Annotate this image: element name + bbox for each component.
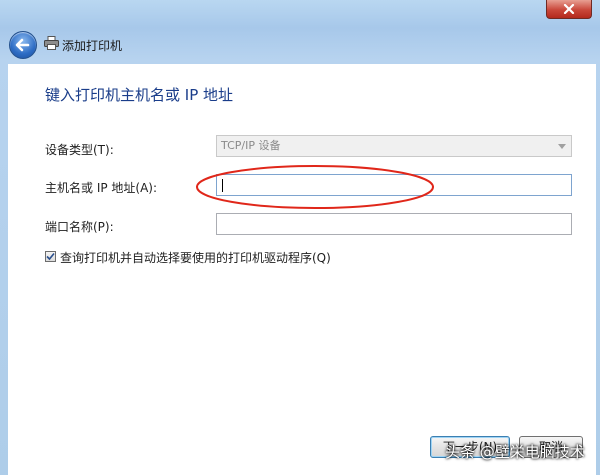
dialog-content: 键入打印机主机名或 IP 地址 设备类型(T): TCP/IP 设备 主机名或 … <box>8 64 596 475</box>
page-heading: 键入打印机主机名或 IP 地址 <box>45 86 234 104</box>
port-label: 端口名称(P): <box>45 220 114 234</box>
close-button[interactable] <box>546 0 592 19</box>
back-button[interactable] <box>9 31 37 59</box>
checkmark-icon <box>46 252 55 261</box>
title-bar <box>0 0 600 26</box>
device-type-label: 设备类型(T): <box>45 143 114 157</box>
chevron-down-icon <box>558 144 566 149</box>
printer-icon <box>44 36 59 50</box>
navigation-bar: 添加打印机 <box>0 26 600 64</box>
query-checkbox[interactable] <box>45 251 56 262</box>
host-label: 主机名或 IP 地址(A): <box>45 181 158 195</box>
window-frame: 添加打印机 键入打印机主机名或 IP 地址 设备类型(T): TCP/IP 设备… <box>0 0 600 475</box>
watermark-logo: 路由器 <box>510 413 552 429</box>
highlight-annotation-ellipse <box>196 165 434 209</box>
device-type-select: TCP/IP 设备 <box>216 135 572 157</box>
back-arrow-icon <box>15 38 30 52</box>
watermark-text: 头条 @壁栄电脑技术 <box>445 443 585 461</box>
port-input[interactable] <box>216 213 572 235</box>
window-title: 添加打印机 <box>62 39 123 53</box>
query-checkbox-label[interactable]: 查询打印机并自动选择要使用的打印机驱动程序(Q) <box>60 249 331 266</box>
close-icon <box>563 4 575 14</box>
device-type-value: TCP/IP 设备 <box>221 139 281 152</box>
